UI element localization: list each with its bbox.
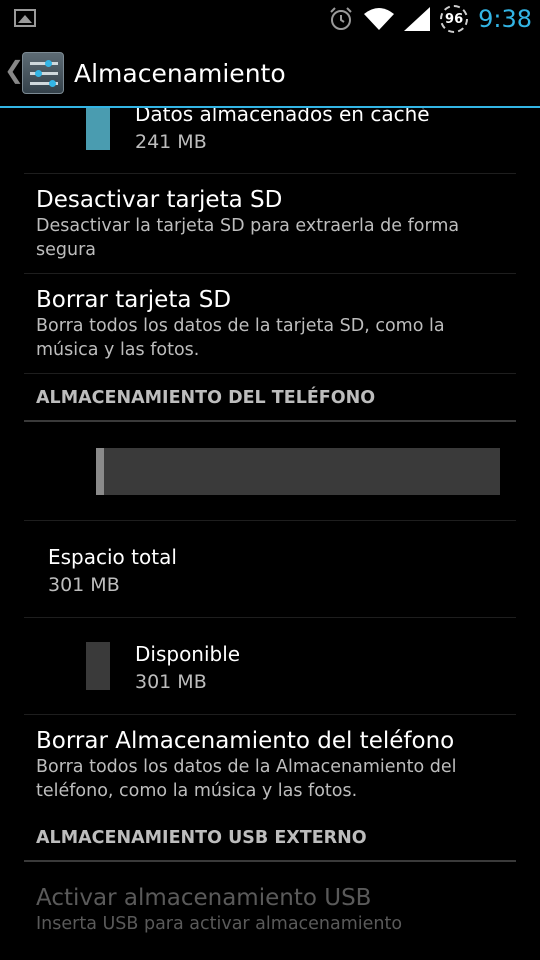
phone-total-item: Espacio total 301 MB (24, 521, 516, 618)
status-icons: 96 9:38 (328, 0, 532, 38)
image-notification-icon (14, 9, 36, 27)
battery-level: 96 (445, 11, 464, 27)
erase-sd-summary: Borra todos los datos de la tarjeta SD, … (36, 316, 445, 360)
phone-usage-bar (96, 448, 500, 495)
storage-list[interactable]: Datos almacenados en caché 241 MB Desact… (0, 108, 540, 960)
mount-usb-title: Activar almacenamiento USB (36, 885, 372, 911)
phone-available-label: Disponible (135, 642, 241, 666)
signal-icon (404, 7, 431, 31)
phone-usage-bar-item (24, 422, 516, 521)
erase-phone-storage-item[interactable]: Borrar Almacenamiento del teléfono Borra… (24, 715, 516, 815)
action-bar[interactable]: ❮ Almacenamiento (0, 38, 540, 108)
phone-usage-used (96, 448, 105, 495)
clock: 9:38 (478, 5, 532, 33)
mount-usb-item[interactable]: Activar almacenamiento USB Inserta USB p… (24, 872, 516, 960)
settings-sliders-icon[interactable] (22, 52, 64, 94)
cache-color-swatch (86, 108, 110, 150)
erase-phone-storage-title: Borrar Almacenamiento del teléfono (36, 728, 455, 754)
phone-total-value: 301 MB (48, 574, 120, 596)
alarm-icon (330, 7, 352, 30)
phone-available-value: 301 MB (135, 671, 207, 693)
erase-sd-title: Borrar tarjeta SD (36, 287, 232, 313)
unmount-sd-summary: Desactivar la tarjeta SD para extraerla … (36, 216, 460, 260)
cache-value: 241 MB (135, 131, 207, 153)
unmount-sd-item[interactable]: Desactivar tarjeta SD Desactivar la tarj… (24, 174, 516, 274)
phone-total-label: Espacio total (48, 545, 177, 569)
page-title: Almacenamiento (74, 59, 286, 88)
wifi-icon (364, 8, 395, 30)
unmount-sd-title: Desactivar tarjeta SD (36, 187, 283, 213)
status-bar: 96 9:38 (0, 0, 540, 38)
battery-icon: 96 (440, 5, 469, 33)
cache-label: Datos almacenados en caché (135, 108, 430, 126)
mount-usb-summary: Inserta USB para activar almacenamiento (36, 914, 403, 934)
available-color-swatch (86, 642, 110, 690)
phone-storage-header: ALMACENAMIENTO DEL TELÉFONO (24, 388, 516, 422)
erase-sd-item[interactable]: Borrar tarjeta SD Borra todos los datos … (24, 274, 516, 374)
usb-storage-header: ALMACENAMIENTO USB EXTERNO (24, 828, 516, 862)
cache-item[interactable]: Datos almacenados en caché 241 MB (24, 108, 516, 174)
phone-available-item[interactable]: Disponible 301 MB (24, 618, 516, 715)
erase-phone-storage-summary: Borra todos los datos de la Almacenamien… (36, 757, 457, 801)
